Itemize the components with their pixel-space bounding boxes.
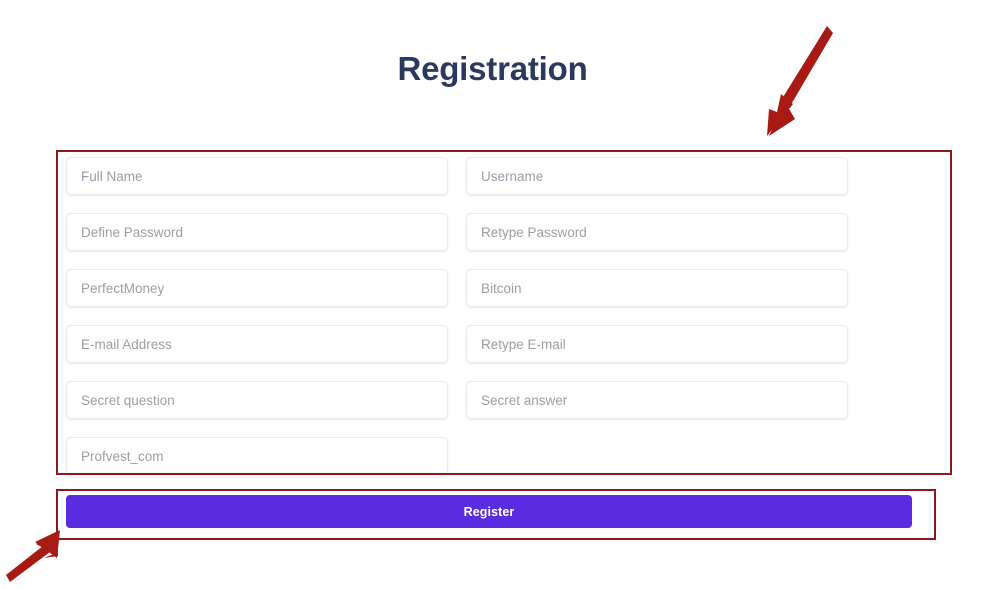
field-cell-bitcoin — [466, 269, 848, 307]
form-row — [66, 381, 922, 419]
register-button[interactable]: Register — [66, 495, 912, 528]
field-cell-email-address — [66, 325, 448, 363]
arrow-to-button-icon — [6, 530, 60, 582]
perfectmoney-input[interactable] — [66, 269, 448, 307]
form-row — [66, 325, 922, 363]
submit-area: Register — [66, 495, 912, 528]
secret-question-input[interactable] — [66, 381, 448, 419]
field-cell-referrer — [66, 437, 448, 475]
field-cell-define-password — [66, 213, 448, 251]
field-cell-username — [466, 157, 848, 195]
full-name-input[interactable] — [66, 157, 448, 195]
secret-answer-input[interactable] — [466, 381, 848, 419]
referrer-input[interactable] — [66, 437, 448, 475]
field-cell-retype-password — [466, 213, 848, 251]
username-input[interactable] — [466, 157, 848, 195]
field-cell-secret-answer — [466, 381, 848, 419]
field-cell-retype-email — [466, 325, 848, 363]
registration-page: Registration Full Name Username Define P… — [0, 0, 985, 589]
page-title: Registration — [397, 50, 588, 87]
form-row — [66, 269, 922, 307]
field-cell-secret-question — [66, 381, 448, 419]
registration-form — [66, 157, 922, 493]
retype-email-input[interactable] — [466, 325, 848, 363]
define-password-input[interactable] — [66, 213, 448, 251]
field-cell-perfectmoney — [66, 269, 448, 307]
bitcoin-input[interactable] — [466, 269, 848, 307]
form-row — [66, 213, 922, 251]
field-cell-full-name — [66, 157, 448, 195]
form-row — [66, 437, 922, 475]
email-address-input[interactable] — [66, 325, 448, 363]
form-row — [66, 157, 922, 195]
retype-password-input[interactable] — [466, 213, 848, 251]
